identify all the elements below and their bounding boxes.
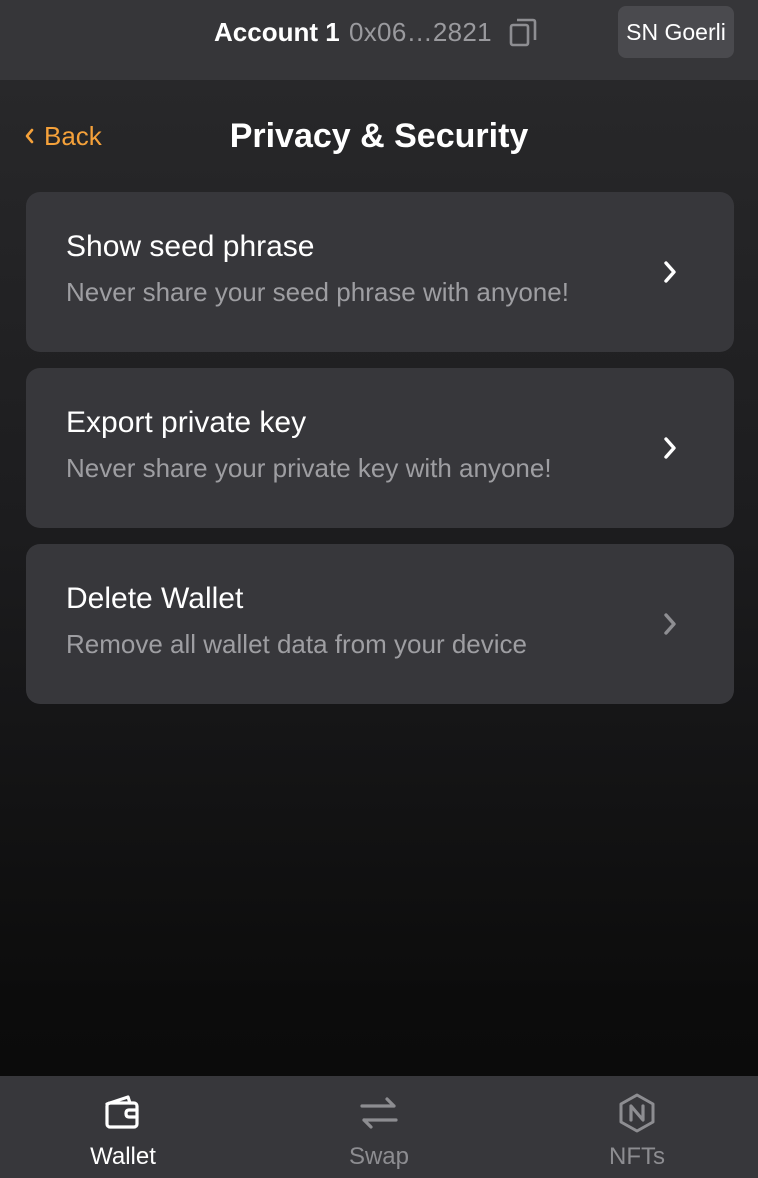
setting-subtitle: Never share your seed phrase with anyone… <box>66 277 569 307</box>
chevron-right-icon <box>664 261 676 283</box>
account-header: Account 1 0x06…2821 SN Goerli <box>0 0 758 80</box>
wallet-icon <box>105 1095 139 1129</box>
setting-subtitle: Remove all wallet data from your device <box>66 629 527 659</box>
tab-wallet[interactable]: Wallet <box>23 1076 223 1178</box>
account-address: 0x06…2821 <box>349 17 492 47</box>
copy-icon[interactable] <box>508 16 538 48</box>
page-title: Privacy & Security <box>229 117 529 155</box>
swap-icon <box>360 1097 398 1129</box>
account-name[interactable]: Account 1 <box>214 14 340 50</box>
chevron-left-icon <box>25 128 34 144</box>
setting-title: Export private key <box>66 406 307 439</box>
delete-wallet-item[interactable]: Delete Wallet Remove all wallet data fro… <box>26 544 734 704</box>
nft-icon <box>619 1093 655 1133</box>
tab-label: NFTs <box>609 1143 665 1170</box>
export-private-key-item[interactable]: Export private key Never share your priv… <box>26 368 734 528</box>
back-button[interactable]: Back <box>24 118 102 154</box>
tab-swap[interactable]: Swap <box>279 1076 479 1178</box>
setting-subtitle: Never share your private key with anyone… <box>66 453 552 483</box>
tab-nfts[interactable]: NFTs <box>537 1076 737 1178</box>
setting-title: Show seed phrase <box>66 230 315 263</box>
tab-label: Swap <box>348 1143 410 1170</box>
bottom-nav: Wallet Swap NFTs <box>0 1076 758 1178</box>
setting-title: Delete Wallet <box>66 582 244 615</box>
network-label: SN Goerli <box>626 18 726 45</box>
back-label: Back <box>44 120 102 151</box>
network-selector[interactable]: SN Goerli <box>618 6 734 58</box>
chevron-right-icon <box>664 613 676 635</box>
show-seed-phrase-item[interactable]: Show seed phrase Never share your seed p… <box>26 192 734 352</box>
tab-label: Wallet <box>90 1143 156 1170</box>
chevron-right-icon <box>664 437 676 459</box>
